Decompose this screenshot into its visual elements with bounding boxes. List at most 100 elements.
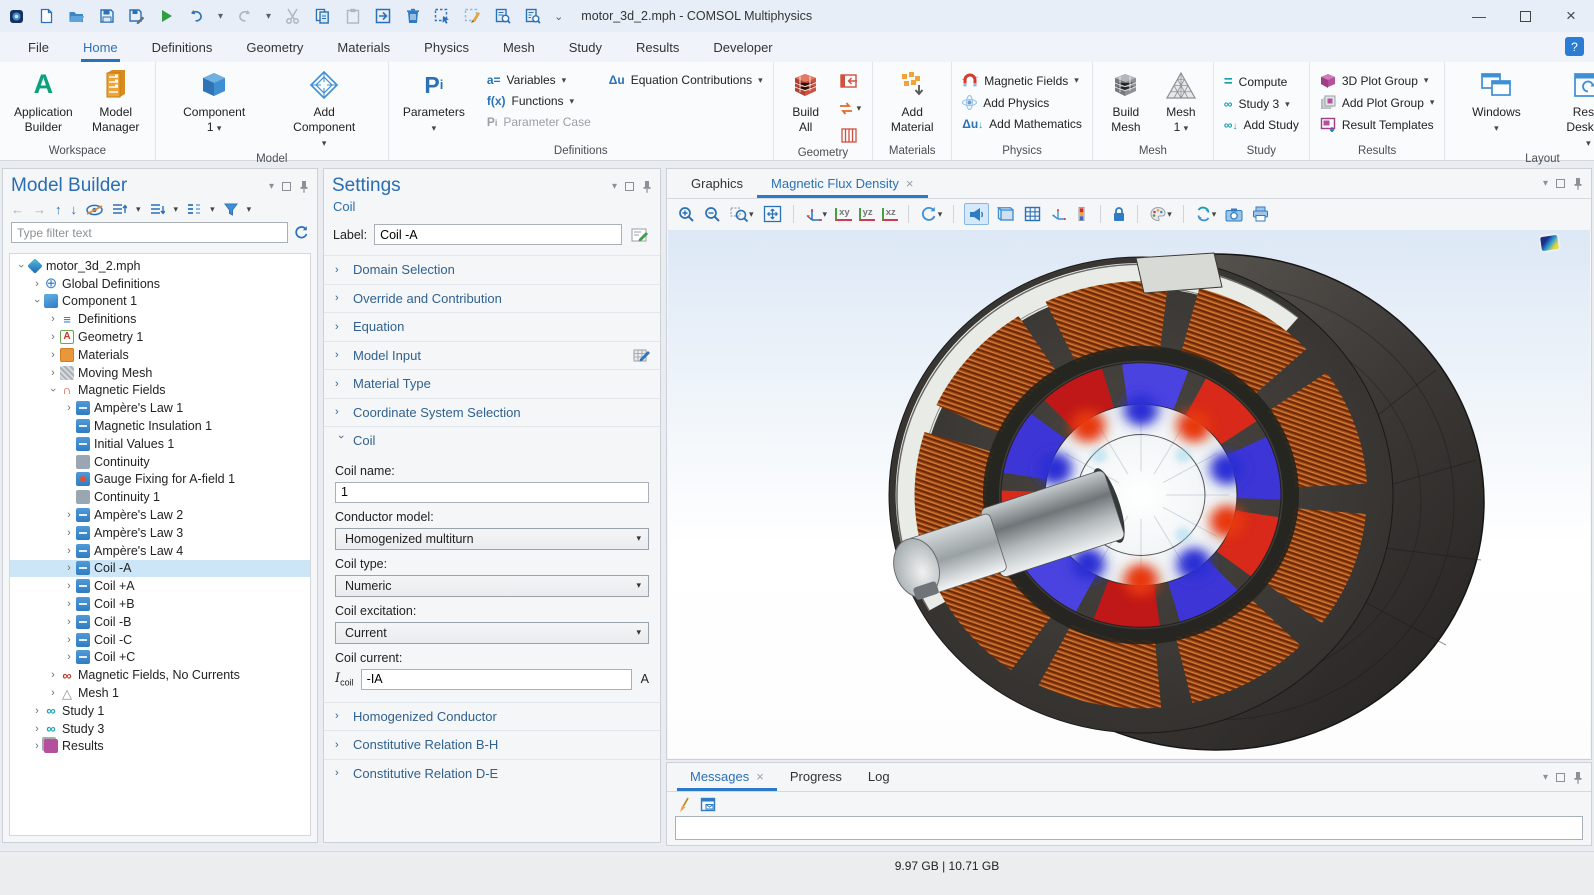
paste-button[interactable]: [344, 8, 361, 25]
zoom-in-icon[interactable]: [677, 203, 696, 225]
redo-dropdown[interactable]: ▾: [266, 11, 271, 22]
select-box-button[interactable]: [434, 8, 451, 25]
tree-item-coil-plus-c[interactable]: ›Coil +C: [10, 649, 310, 667]
panel-menu-icon[interactable]: ▾: [612, 181, 617, 192]
grid-toggle-icon[interactable]: [1023, 203, 1042, 225]
panel-pin-icon[interactable]: [1573, 177, 1583, 190]
forward-button[interactable]: →: [33, 202, 46, 217]
section-equation[interactable]: ›Equation: [324, 312, 660, 341]
tab-close-icon[interactable]: ×: [756, 769, 764, 784]
windows-button[interactable]: Windows▾: [1467, 66, 1525, 137]
tab-developer[interactable]: Developer: [711, 32, 774, 62]
plot-thumbnail-icon[interactable]: [1540, 235, 1559, 251]
section-override-and-contribution[interactable]: ›Override and Contribution: [324, 284, 660, 313]
component-1-button[interactable]: Component 1 ▾: [182, 66, 247, 137]
node-view-button[interactable]: [187, 203, 201, 216]
study-3-button[interactable]: ∞Study 3 ▾: [1224, 97, 1299, 111]
snapshot-camera-icon[interactable]: [1224, 203, 1244, 225]
tree-item-definitions[interactable]: ›≡Definitions: [10, 310, 310, 328]
tab-definitions[interactable]: Definitions: [150, 32, 215, 62]
move-up-button[interactable]: ↑: [55, 202, 62, 217]
section-constitutive-relation-bh[interactable]: ›Constitutive Relation B-H: [324, 730, 660, 759]
update-plot-icon[interactable]: ▾: [1194, 203, 1218, 225]
parameters-button[interactable]: Pi Parameters▾: [399, 66, 469, 137]
tree-item-amperes-law-1[interactable]: ›Ampère's Law 1: [10, 399, 310, 417]
panel-float-icon[interactable]: [1556, 773, 1565, 782]
variables-button[interactable]: a=Variables ▾: [487, 73, 591, 87]
coil-name-input[interactable]: [335, 482, 649, 503]
tree-item-results[interactable]: ›Results: [10, 738, 310, 756]
view-xy-button[interactable]: xy: [835, 208, 852, 221]
message-window-icon[interactable]: [700, 797, 716, 812]
functions-button[interactable]: f(x)Functions ▾: [487, 94, 591, 108]
panel-menu-icon[interactable]: ▾: [269, 181, 274, 192]
save-as-button[interactable]: [128, 8, 145, 25]
open-file-button[interactable]: [68, 8, 85, 25]
physics-interface-button[interactable]: +−Magnetic Fields ▾: [962, 73, 1082, 88]
tree-item-root[interactable]: ›motor_3d_2.mph: [10, 257, 310, 275]
tree-item-amperes-law-2[interactable]: ›Ampère's Law 2: [10, 506, 310, 524]
tab-messages[interactable]: Messages×: [677, 763, 777, 791]
help-button[interactable]: ?: [1565, 37, 1584, 56]
add-study-button[interactable]: ∞↓Add Study: [1224, 118, 1299, 132]
move-down-button[interactable]: ↓: [71, 202, 78, 217]
tree-item-amperes-law-3[interactable]: ›Ampère's Law 3: [10, 524, 310, 542]
section-coordinate-system-selection[interactable]: ›Coordinate System Selection: [324, 398, 660, 427]
tree-item-study-3[interactable]: ›∞Study 3: [10, 720, 310, 738]
panel-pin-icon[interactable]: [1573, 771, 1583, 784]
tree-item-global-definitions[interactable]: ›⊕Global Definitions: [10, 275, 310, 293]
add-mathematics-button[interactable]: Δu↓Add Mathematics: [962, 117, 1082, 131]
label-input[interactable]: [374, 224, 622, 245]
expand-all-button[interactable]: [150, 203, 165, 216]
compute-button[interactable]: =Compute: [1224, 73, 1299, 90]
find-button[interactable]: [494, 8, 511, 25]
build-mesh-button[interactable]: Build Mesh: [1103, 66, 1149, 137]
zoom-box-icon[interactable]: ▾: [729, 203, 755, 225]
panel-float-icon[interactable]: [1556, 179, 1565, 188]
tree-item-study-1[interactable]: ›∞Study 1: [10, 702, 310, 720]
orientation-axes-icon[interactable]: [1049, 203, 1068, 225]
tab-magnetic-flux-density[interactable]: Magnetic Flux Density×: [757, 169, 927, 198]
tree-item-magnetic-fields-no-currents[interactable]: ›∞Magnetic Fields, No Currents: [10, 666, 310, 684]
tab-physics[interactable]: Physics: [422, 32, 471, 62]
zoom-out-icon[interactable]: [703, 203, 722, 225]
filter-funnel-icon[interactable]: [224, 203, 238, 216]
rotate-view-icon[interactable]: ▾: [919, 203, 944, 225]
panel-float-icon[interactable]: [282, 182, 291, 191]
tree-item-coil-minus-c[interactable]: ›Coil -C: [10, 631, 310, 649]
run-button[interactable]: [158, 8, 175, 25]
node-view-dropdown[interactable]: ▾: [210, 204, 215, 215]
insert-sequence-icon[interactable]: [836, 70, 863, 92]
section-domain-selection[interactable]: ›Domain Selection: [324, 255, 660, 284]
save-button[interactable]: [98, 8, 115, 25]
coil-type-select[interactable]: Numeric▾: [335, 575, 649, 597]
tab-home[interactable]: Home: [81, 32, 120, 62]
tab-progress[interactable]: Progress: [777, 763, 855, 791]
panel-pin-icon[interactable]: [642, 180, 652, 193]
zoom-extents-icon[interactable]: [762, 203, 783, 225]
application-builder-button[interactable]: A Application Builder: [10, 66, 77, 137]
add-physics-button[interactable]: Add Physics: [962, 95, 1082, 110]
clear-messages-icon[interactable]: [677, 797, 691, 813]
tab-geometry[interactable]: Geometry: [244, 32, 305, 62]
coil-excitation-select[interactable]: Current▾: [335, 622, 649, 644]
tree-item-magnetic-insulation-1[interactable]: Magnetic Insulation 1: [10, 417, 310, 435]
section-homogenized-conductor[interactable]: ›Homogenized Conductor: [324, 702, 660, 731]
color-legend-toggle-icon[interactable]: [1075, 203, 1090, 225]
tree-filter-input[interactable]: [11, 222, 288, 243]
tree-item-initial-values-1[interactable]: Initial Values 1: [10, 435, 310, 453]
undo-dropdown[interactable]: ▾: [218, 11, 223, 22]
equation-contributions-button[interactable]: ΔuEquation Contributions ▾: [609, 73, 763, 87]
back-button[interactable]: ←: [11, 202, 24, 217]
tab-close-icon[interactable]: ×: [906, 176, 914, 191]
tree-item-continuity-1[interactable]: Continuity 1: [10, 488, 310, 506]
deselect-box-button[interactable]: [464, 8, 481, 25]
coil-current-input[interactable]: [361, 669, 632, 690]
qat-customize-dropdown[interactable]: ⌄: [554, 10, 563, 23]
tree-item-moving-mesh[interactable]: ›Moving Mesh: [10, 364, 310, 382]
tree-item-gauge-fixing[interactable]: Gauge Fixing for A-field 1: [10, 471, 310, 489]
tree-item-coil-minus-b[interactable]: ›Coil -B: [10, 613, 310, 631]
add-plot-group-button[interactable]: Add Plot Group ▾: [1320, 95, 1435, 110]
tab-log[interactable]: Log: [855, 763, 903, 791]
model-manager-button[interactable]: Model Manager: [87, 66, 145, 137]
